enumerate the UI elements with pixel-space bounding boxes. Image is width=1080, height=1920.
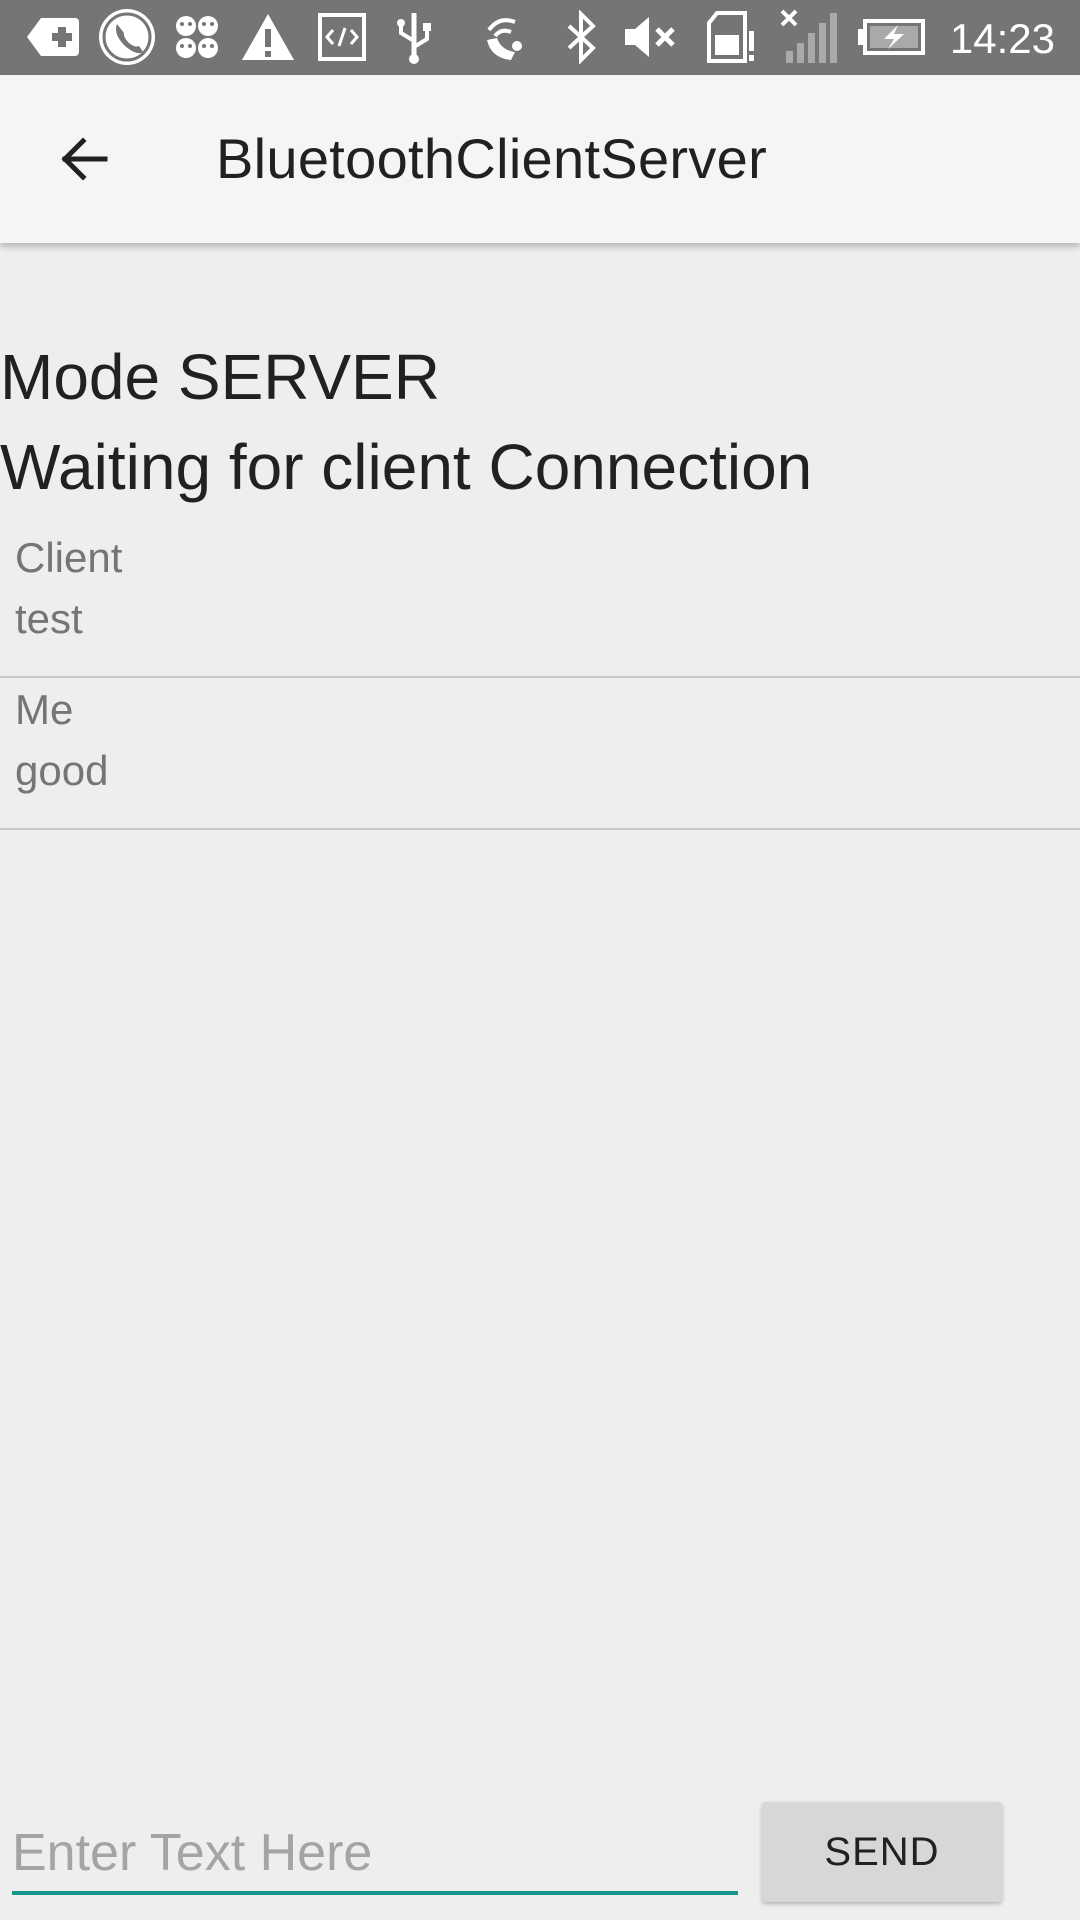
phone-off-icon: [94, 8, 160, 66]
arrow-back-icon: [61, 137, 108, 181]
message-text: good: [15, 747, 109, 794]
message-sender: Me: [15, 686, 74, 733]
wifi-hotspot-icon: [480, 8, 536, 66]
app-title: BluetoothClientServer: [216, 127, 768, 190]
message-text: test: [15, 595, 83, 642]
signal-off-icon: [776, 8, 842, 66]
app-bar: BluetoothClientServer: [0, 75, 1080, 243]
list-item[interactable]: Me good: [0, 678, 1080, 830]
mode-label: Mode SERVER: [0, 341, 440, 413]
battery-charging-icon: [856, 8, 926, 66]
clock: 14:23: [949, 15, 1055, 62]
list-item[interactable]: Client test: [0, 526, 1080, 678]
message-sender: Client: [15, 534, 123, 581]
back-button[interactable]: [36, 111, 132, 207]
message-list: Client test Me good: [0, 526, 1080, 830]
usb-icon: [388, 8, 440, 66]
sd-card-alert-icon: [704, 8, 760, 66]
screen: 14:23 BluetoothClientServer Mode SERVER …: [0, 0, 1080, 1920]
warning-icon: [238, 8, 298, 66]
emoji-faces-icon: [172, 8, 222, 66]
send-button[interactable]: SEND: [762, 1802, 1002, 1902]
status-bar: 14:23: [0, 0, 1080, 75]
volume-muted-icon: [620, 8, 682, 66]
add-box-icon: [22, 8, 84, 66]
message-input[interactable]: [12, 1815, 738, 1895]
code-icon: [314, 8, 370, 66]
bluetooth-icon: [560, 8, 602, 66]
connection-status-label: Waiting for client Connection: [0, 431, 813, 503]
